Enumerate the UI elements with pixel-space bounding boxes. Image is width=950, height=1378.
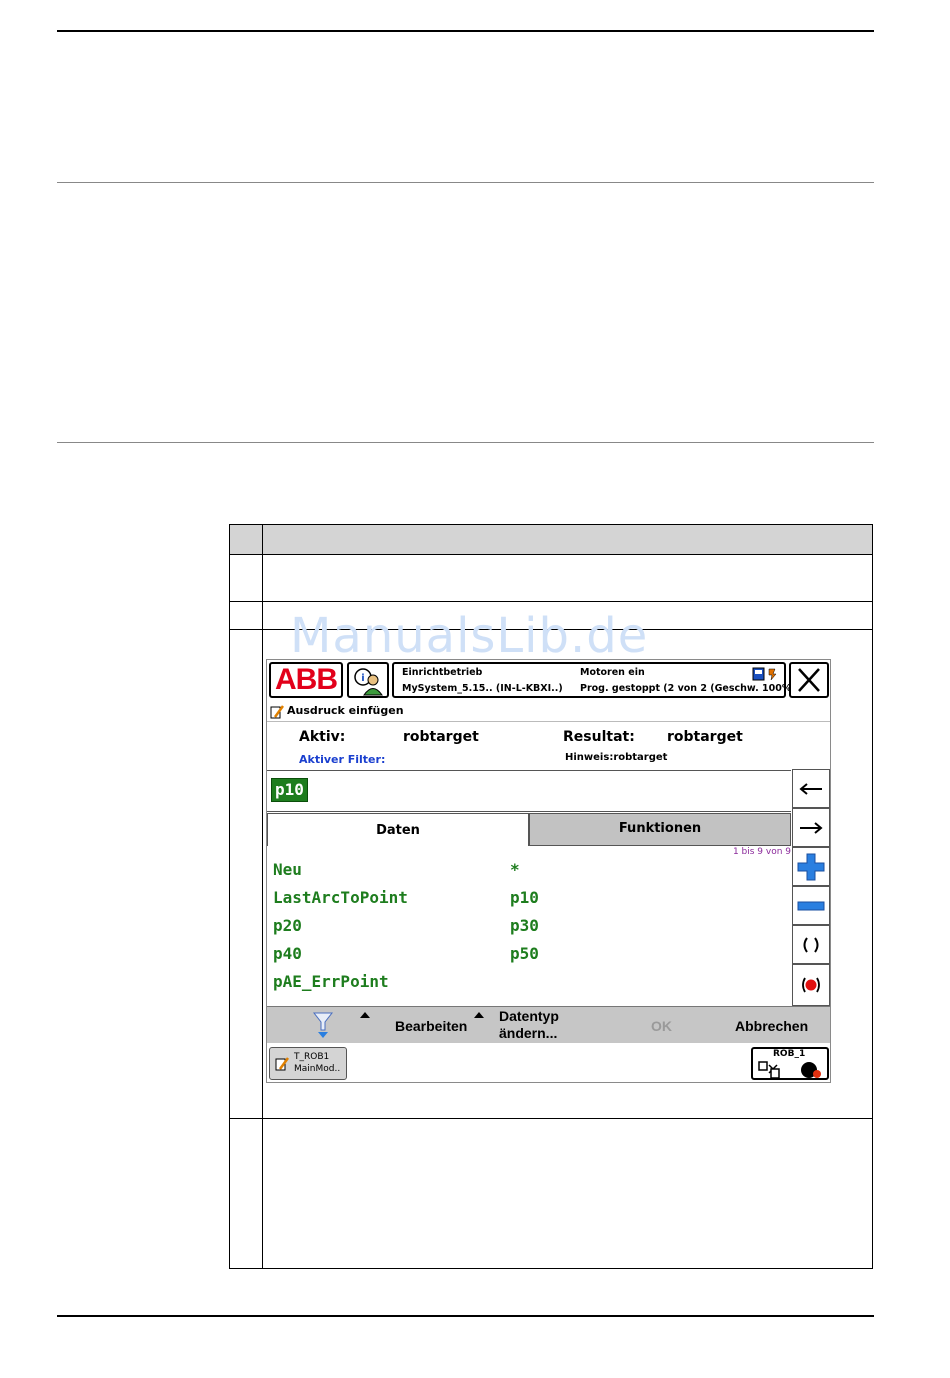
list-item[interactable]: p50 [510,944,539,963]
arrow-left-icon [799,782,822,795]
close-button[interactable] [789,662,829,698]
result-label: Resultat: [563,729,635,745]
task-module: MainMod.. [294,1064,341,1074]
list-counter: 1 bis 9 von 9 [732,847,791,857]
task-button-t-rob1[interactable]: T_ROB1 MainMod.. [269,1047,347,1080]
parentheses-button[interactable] [792,925,830,964]
table-column-divider [262,525,263,1268]
table-header [230,525,872,555]
table-row-divider [230,629,872,630]
ok-button[interactable]: OK [651,1018,672,1034]
active-label: Aktiv: [299,729,346,745]
table-row-divider [230,601,872,602]
tab-funktionen[interactable]: Funktionen [529,813,791,846]
cancel-button[interactable]: Abbrechen [735,1018,808,1034]
list-item[interactable]: * [510,860,520,879]
operating-mode: Einrichtbetrieb [402,667,483,678]
selected-expression[interactable]: p10 [271,778,308,802]
top-bar: ABB i Einrichtbetrieb MySystem_5.15.. (I… [267,660,830,702]
task-name: T_ROB1 [294,1052,330,1062]
table-row-divider [230,1118,872,1119]
triangle-up-icon [360,1012,370,1018]
window-title: Ausdruck einfügen [287,704,404,717]
section-divider [57,182,874,183]
system-name: MySystem_5.15.. (IN-L-KBXI..) [402,683,563,694]
expression-info: Aktiv: robtarget Resultat: robtarget Akt… [267,723,830,769]
edit-button[interactable]: Bearbeiten [395,1018,467,1034]
footer-rule [57,1315,874,1317]
flexpendant-screen: ABB i Einrichtbetrieb MySystem_5.15.. (I… [266,659,831,1083]
filter-icon[interactable] [311,1010,335,1040]
change-datatype-line2: ändern... [499,1025,558,1041]
list-item[interactable]: p40 [273,944,302,963]
list-item[interactable]: p10 [510,888,539,907]
cursor-right-button[interactable] [792,808,830,847]
list-item[interactable]: pAE_ErrPoint [273,972,389,991]
motor-state: Motoren ein [580,667,645,678]
list-item[interactable]: LastArcToPoint [273,888,408,907]
parentheses-icon [803,936,819,953]
jog-mode-icon [758,1061,821,1079]
remove-button[interactable] [792,886,830,925]
arrow-right-icon [800,821,823,834]
triangle-up-icon [474,1012,484,1018]
header-rule [57,30,874,32]
close-icon [798,668,820,692]
plus-icon [797,853,825,880]
program-editor-icon [270,705,285,719]
tab-daten[interactable]: Daten [267,813,529,846]
list-item[interactable]: Neu [273,860,302,879]
active-value: robtarget [403,729,479,745]
abb-menu-button[interactable]: ABB [269,662,343,698]
change-datatype-line1: Datentyp [499,1008,559,1024]
expression-field[interactable]: p10 [267,770,791,812]
svg-text:i: i [361,673,364,684]
command-bar: Bearbeiten Datentyp ändern... OK Abbrech… [267,1006,830,1043]
record-icon [802,977,820,993]
task-bar: T_ROB1 MainMod.. ROB_1 [267,1043,830,1082]
optional-argument-button[interactable] [792,964,830,1006]
list-item[interactable]: p20 [273,916,302,935]
minus-icon [797,901,825,910]
program-editor-icon [275,1057,290,1071]
cursor-left-button[interactable] [792,769,830,808]
active-filter-link[interactable]: Aktiver Filter: [299,753,385,766]
quickset-button[interactable]: ROB_1 [751,1047,829,1080]
operator-icon[interactable]: i [347,662,389,698]
result-value: robtarget [667,729,743,745]
section-divider [57,442,874,443]
add-button[interactable] [792,847,830,886]
hint-text: Hinweis:robtarget [565,752,668,763]
data-list: 1 bis 9 von 9 Neu * LastArcToPoint p10 p… [267,846,791,1006]
window-title-bar: Ausdruck einfügen [267,702,830,722]
list-item[interactable]: p30 [510,916,539,935]
status-bar[interactable]: Einrichtbetrieb MySystem_5.15.. (IN-L-KB… [392,662,796,698]
change-datatype-button[interactable]: Datentyp ändern... [499,1008,559,1042]
task-state-icon [752,667,777,681]
program-state: Prog. gestoppt (2 von 2 (Geschw. 100%) [580,683,796,694]
robot-name: ROB_1 [773,1049,806,1059]
